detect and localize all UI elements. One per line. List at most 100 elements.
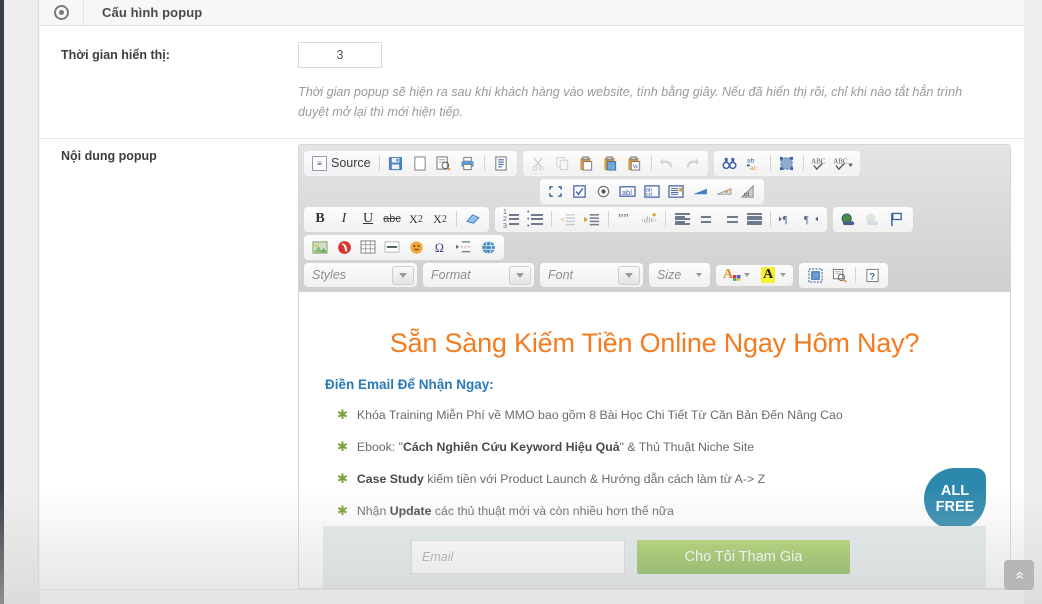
list-item: ✱ Ebook: "Cách Nghiên Cứu Keyword Hiệu Q… — [337, 440, 986, 455]
align-center-icon[interactable] — [695, 209, 717, 229]
underline-icon[interactable]: U — [357, 209, 379, 229]
page-break-icon[interactable] — [453, 237, 475, 257]
text-color-icon[interactable]: A — [720, 267, 753, 283]
anchor-icon[interactable] — [886, 209, 908, 229]
redo-icon[interactable] — [681, 153, 703, 173]
font-combo[interactable]: Font — [540, 263, 643, 287]
button-icon[interactable] — [689, 181, 711, 201]
show-blocks-icon[interactable] — [804, 265, 826, 285]
svg-text:Ω: Ω — [434, 241, 443, 255]
checkbox-icon[interactable] — [569, 181, 591, 201]
outdent-icon[interactable] — [557, 209, 579, 229]
divider — [551, 211, 552, 227]
align-right-icon[interactable] — [719, 209, 741, 229]
ltr-icon[interactable]: ¶ — [776, 209, 798, 229]
italic-icon[interactable]: I — [333, 209, 355, 229]
format-combo[interactable]: Format — [423, 263, 534, 287]
divider — [378, 155, 380, 171]
toolbar-row-5: Styles Format Font Size A A ? — [304, 263, 1005, 287]
bullet-post: " & Thủ Thuật Niche Site — [619, 440, 755, 454]
benefit-list: ✱ Khóa Training Miễn Phí về MMO bao gồm … — [337, 408, 986, 519]
link-icon[interactable] — [838, 209, 860, 229]
email-input[interactable]: Email — [411, 540, 625, 574]
settings-panel: Cấu hình popup Thời gian hiển thị: 3 Thờ… — [40, 0, 1024, 604]
smiley-icon[interactable] — [405, 237, 427, 257]
toolbar-row-3: B I U abc X2 X2 1 2 3 • • • ”” ‹div› ¶ ¶ — [304, 207, 1005, 231]
editor-content[interactable]: ALL FREE Sẵn Sàng Kiếm Tiền Online Ngay … — [299, 292, 1010, 588]
paste-text-icon[interactable] — [600, 153, 622, 173]
cut-icon[interactable] — [528, 153, 550, 173]
unlink-icon[interactable] — [862, 209, 884, 229]
remove-format-icon[interactable] — [462, 209, 484, 229]
paste-icon[interactable] — [576, 153, 598, 173]
save-icon[interactable] — [385, 153, 407, 173]
panel-title: Cấu hình popup — [102, 5, 203, 20]
app-page: Cấu hình popup Thời gian hiển thị: 3 Thờ… — [0, 0, 1042, 604]
textfield-icon[interactable]: abl — [617, 181, 639, 201]
spellcheck-icon[interactable]: ABC — [809, 153, 831, 173]
about-icon[interactable]: ? — [861, 265, 883, 285]
hiddenfield-icon[interactable]: cd — [737, 181, 759, 201]
background-color-icon[interactable]: A — [758, 267, 789, 283]
image-icon[interactable] — [309, 237, 331, 257]
preview-icon[interactable] — [433, 153, 455, 173]
strike-icon[interactable]: abc — [381, 209, 403, 229]
div-container-icon[interactable]: ‹div› — [638, 209, 660, 229]
blockquote-icon[interactable]: ”” — [614, 209, 636, 229]
align-left-icon[interactable] — [671, 209, 693, 229]
bullet-pre: Ebook: " — [356, 440, 403, 454]
bullet-bold: Cách Nghiên Cứu Keyword Hiệu Quả — [402, 440, 620, 454]
imagebutton-icon[interactable] — [713, 181, 735, 201]
rtl-icon[interactable]: ¶ — [800, 209, 822, 229]
print-icon[interactable] — [457, 153, 479, 173]
scroll-to-top-button[interactable]: » — [1004, 560, 1034, 590]
bulleted-list-icon[interactable]: • • • — [524, 209, 546, 230]
textarea-icon[interactable]: ab cd — [641, 181, 663, 201]
replace-icon[interactable]: ab ac — [743, 153, 765, 173]
find-icon[interactable] — [719, 153, 741, 173]
form-icon[interactable] — [545, 181, 567, 201]
badge-line-1: ALL — [940, 483, 970, 499]
templates-icon[interactable] — [490, 153, 512, 173]
superscript-icon[interactable]: X2 — [429, 209, 451, 229]
paste-word-icon[interactable]: W — [624, 153, 646, 173]
star-icon: ✱ — [337, 471, 348, 486]
size-combo[interactable]: Size — [649, 263, 710, 287]
source-button[interactable]: ≡ Source — [308, 155, 375, 171]
special-char-icon[interactable]: Ω — [429, 237, 451, 257]
left-gutter — [4, 0, 39, 604]
bold-icon[interactable]: B — [309, 209, 331, 229]
star-icon: ✱ — [337, 407, 348, 422]
horizontal-rule-icon[interactable] — [381, 237, 403, 257]
select-all-icon[interactable] — [776, 153, 798, 173]
toolbar-group-colors: A A — [716, 265, 794, 285]
selectfield-icon[interactable] — [665, 181, 687, 201]
submit-button[interactable]: Cho Tôi Tham Gia — [637, 540, 850, 574]
radio-icon[interactable] — [593, 181, 615, 201]
maximize-icon[interactable] — [828, 265, 850, 285]
toolbar-group-tools: ? — [799, 263, 889, 287]
bullet-pre: Nhận — [356, 504, 390, 518]
iframe-icon[interactable] — [477, 237, 499, 257]
display-time-input[interactable]: 3 — [298, 42, 382, 68]
indent-icon[interactable] — [581, 209, 603, 229]
spellcheck-menu-icon[interactable]: ABC — [833, 153, 855, 173]
styles-combo[interactable]: Styles — [304, 263, 417, 287]
flash-icon[interactable] — [333, 237, 355, 257]
table-icon[interactable] — [357, 237, 379, 257]
undo-icon[interactable] — [657, 153, 679, 173]
chevron-down-icon — [618, 265, 640, 285]
justify-icon[interactable] — [743, 209, 765, 229]
subscript-icon[interactable]: X2 — [405, 209, 427, 229]
star-icon: ✱ — [337, 439, 348, 454]
new-page-icon[interactable] — [409, 153, 431, 173]
divider — [608, 211, 609, 227]
format-combo-label: Format — [431, 268, 471, 282]
copy-icon[interactable] — [552, 153, 574, 173]
divider — [855, 267, 857, 283]
source-icon: ≡ — [312, 155, 327, 171]
display-time-help: Thời gian popup sẽ hiện ra sau khi khách… — [298, 85, 963, 119]
numbered-list-icon[interactable]: 123 — [500, 209, 522, 230]
right-gutter — [1024, 0, 1042, 604]
bullet-bold: Update — [389, 504, 432, 518]
